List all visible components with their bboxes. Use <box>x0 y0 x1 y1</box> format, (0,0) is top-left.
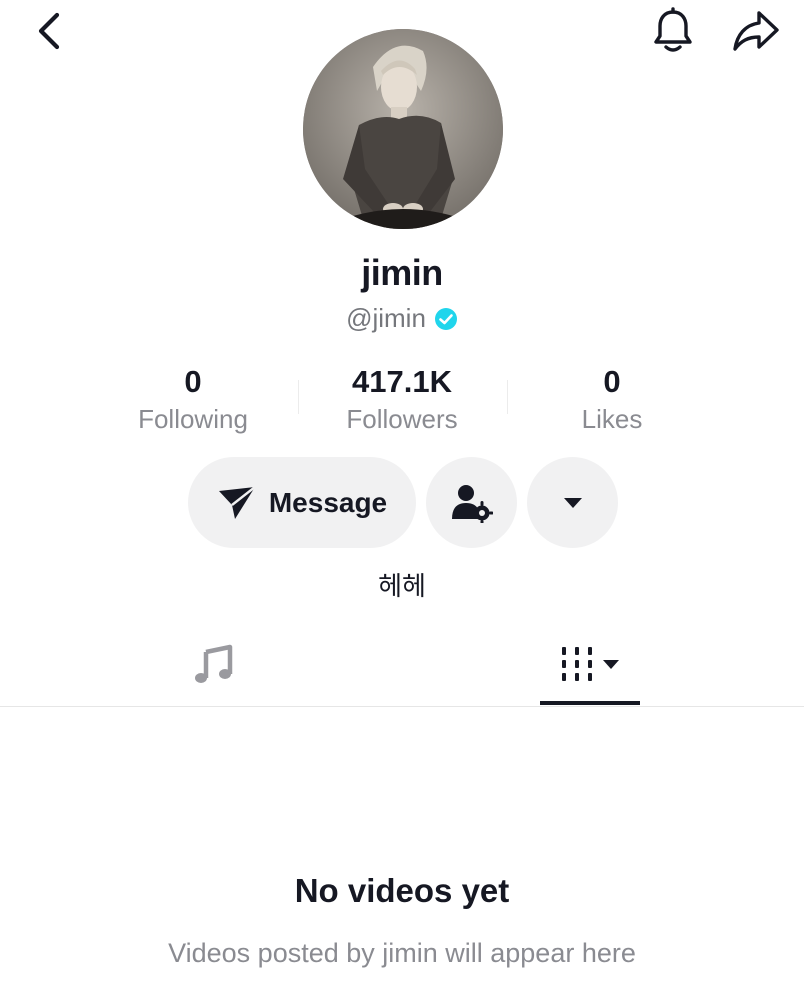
tab-sounds[interactable] <box>174 632 254 696</box>
profile-actions: Message <box>0 457 804 549</box>
bio-text: 헤헤 <box>378 571 426 601</box>
following-label: Following <box>138 404 248 434</box>
username-handle: @jimin <box>346 303 426 333</box>
active-tab-indicator <box>540 701 640 705</box>
empty-state-subtitle: Videos posted by jimin will appear here <box>168 938 636 968</box>
send-icon <box>218 485 256 519</box>
avatar[interactable] <box>303 29 503 229</box>
bell-icon <box>654 7 692 52</box>
verified-badge-icon <box>434 307 457 330</box>
share-arrow-icon <box>733 11 779 51</box>
friends-settings-button[interactable] <box>426 457 517 548</box>
more-options-button[interactable] <box>527 457 618 548</box>
notification-button[interactable] <box>648 6 698 56</box>
grid-bars-icon <box>562 647 592 681</box>
display-name: jimin <box>361 252 443 293</box>
stat-likes[interactable]: 0 Likes <box>512 362 712 436</box>
stat-following[interactable]: 0 Following <box>93 362 293 436</box>
stat-divider <box>298 380 299 414</box>
likes-count: 0 <box>603 364 621 399</box>
music-note-icon <box>195 644 233 683</box>
following-count: 0 <box>184 364 202 399</box>
tab-videos[interactable] <box>540 632 640 696</box>
caret-down-icon <box>603 660 619 669</box>
followers-label: Followers <box>346 404 458 434</box>
followers-count: 417.1K <box>352 364 452 399</box>
message-button[interactable]: Message <box>188 457 416 548</box>
stat-divider <box>507 380 508 414</box>
stat-followers[interactable]: 417.1K Followers <box>302 362 502 436</box>
message-label: Message <box>268 486 388 518</box>
caret-down-icon <box>563 497 582 508</box>
avatar-photo <box>303 29 503 229</box>
profile-stats: 0 Following 417.1K Followers 0 Likes <box>0 362 804 442</box>
back-button[interactable] <box>26 8 72 54</box>
share-button[interactable] <box>728 6 784 56</box>
empty-state-title: No videos yet <box>294 872 510 909</box>
likes-label: Likes <box>581 404 643 434</box>
chevron-left-icon <box>38 12 60 50</box>
content-tabs <box>0 622 804 707</box>
user-settings-icon <box>451 484 493 523</box>
handle-row: @jimin <box>0 303 804 334</box>
